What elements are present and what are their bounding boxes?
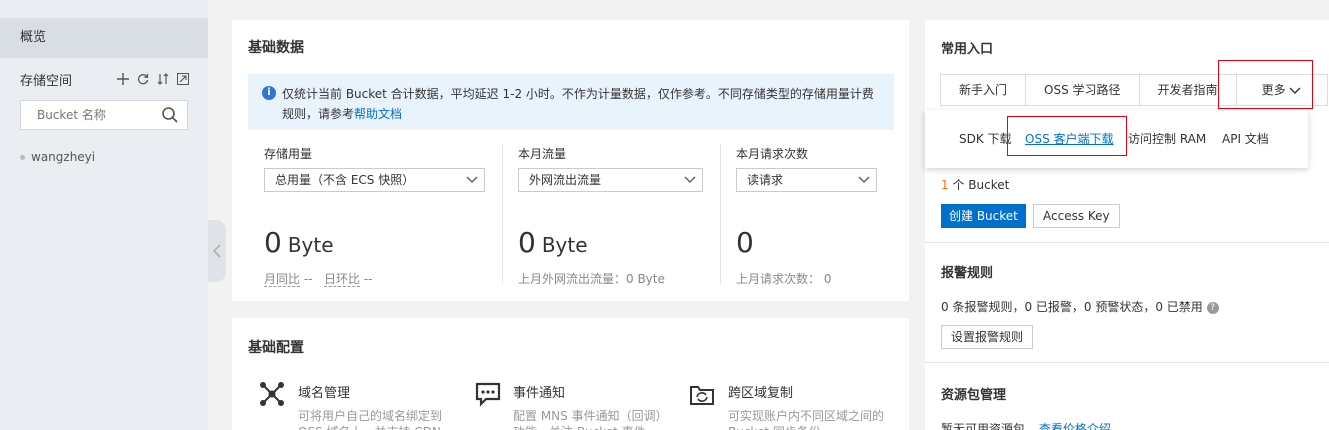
chevron-down-icon	[858, 176, 870, 183]
requests-note: 上月请求次数： 0	[736, 272, 832, 286]
requests-select-value: 读请求	[747, 173, 784, 187]
search-icon[interactable]	[161, 106, 179, 124]
event-notification-title[interactable]: 事件通知	[513, 382, 565, 401]
sidebar-bucket-item[interactable]: wangzheyi	[20, 150, 95, 164]
cross-region-replication-desc: 可实现账户内不同区域之间的 Bucket 同步备份	[728, 409, 885, 430]
highlight-oss-client	[1007, 116, 1127, 156]
info-icon: i	[262, 86, 276, 100]
common-entry-title: 常用入口	[941, 42, 994, 57]
dropdown-item-sdk[interactable]: SDK 下载	[959, 130, 1012, 147]
chevron-down-icon	[684, 176, 696, 183]
dod-label: 日环比	[323, 272, 360, 287]
storage-compare: 月同比 -- 日环比 --	[264, 270, 372, 287]
mom-value: --	[303, 272, 313, 286]
traffic-select-value: 外网流出流量	[529, 173, 602, 187]
bucket-name: wangzheyi	[31, 150, 96, 164]
dropdown-item-api-doc[interactable]: API 文档	[1222, 130, 1269, 147]
sidebar-item-overview[interactable]: 概览	[0, 18, 208, 58]
highlight-more-tab	[1218, 60, 1313, 109]
traffic-note: 上月外网流出流量：0 Byte	[518, 272, 665, 286]
alarm-summary: 0 条报警规则，0 已报警，0 预警状态，0 已禁用?	[941, 298, 1219, 315]
chevron-left-icon	[213, 244, 221, 258]
basic-data-card: 基础数据 i 仅统计当前 Bucket 合计数据，平均延迟 1-2 小时。不作为…	[232, 20, 909, 301]
event-notification-icon	[475, 382, 501, 407]
help-doc-link[interactable]: 帮助文档	[354, 107, 402, 121]
traffic-value: 0 Byte	[518, 226, 588, 259]
event-notification-desc: 配置 MNS 事件通知（回调）功能，关注 Bucket 事件	[513, 409, 668, 430]
storage-select-value: 总用量（不含 ECS 快照）	[275, 173, 415, 187]
sidebar: 概览 存储空间 wangzheyi	[0, 0, 208, 430]
access-key-button[interactable]: Access Key	[1033, 204, 1120, 228]
resource-package-row: 暂无可用资源包 查看价格介绍	[941, 420, 1111, 430]
add-icon[interactable]	[116, 71, 130, 87]
sidebar-collapse-handle[interactable]	[208, 220, 226, 282]
dod-value: --	[363, 272, 373, 286]
metric-label-traffic: 本月流量	[518, 147, 567, 161]
domain-management-icon	[260, 382, 284, 406]
bucket-count-suffix: 个 Bucket	[948, 178, 1010, 192]
bucket-count: 1 个 Bucket	[941, 176, 1009, 193]
metric-label-storage: 存储用量	[264, 147, 313, 161]
cross-region-replication-title[interactable]: 跨区域复制	[728, 382, 793, 401]
mom-label: 月同比	[264, 272, 301, 287]
tab-beginner[interactable]: 新手入门	[941, 75, 1027, 105]
bucket-count-number: 1	[941, 178, 949, 192]
basic-config-title: 基础配置	[248, 340, 304, 356]
resource-package-text: 暂无可用资源包	[941, 422, 1026, 430]
help-icon[interactable]: ?	[1206, 301, 1219, 314]
chevron-down-icon	[466, 176, 478, 183]
bucket-dot-icon	[20, 154, 25, 160]
tab-learning-path[interactable]: OSS 学习路径	[1026, 75, 1140, 105]
dropdown-item-ram[interactable]: 访问控制 RAM	[1128, 130, 1206, 147]
info-notice: i 仅统计当前 Bucket 合计数据，平均延迟 1-2 小时。不作为计量数据，…	[248, 74, 894, 130]
basic-data-title: 基础数据	[248, 40, 304, 56]
storage-value: 0 Byte	[264, 226, 334, 259]
refresh-icon[interactable]	[136, 71, 150, 87]
metric-divider	[502, 144, 503, 284]
metric-label-requests: 本月请求次数	[736, 147, 809, 161]
section-divider	[925, 242, 1329, 243]
storage-select[interactable]: 总用量（不含 ECS 快照）	[264, 168, 485, 192]
basic-config-card: 基础配置 域名管理 可将用户自己的域名绑定到 OSS 域名上，并支持 CDN 事…	[232, 318, 909, 430]
domain-management-desc: 可将用户自己的域名绑定到 OSS 域名上，并支持 CDN	[298, 409, 443, 430]
bucket-search-input[interactable]	[21, 101, 151, 129]
resource-package-title: 资源包管理	[941, 388, 1007, 403]
collapse-icon[interactable]	[176, 71, 190, 87]
sidebar-storage-title: 存储空间	[20, 74, 73, 89]
sort-icon[interactable]	[156, 71, 170, 87]
price-intro-link[interactable]: 查看价格介绍	[1039, 422, 1111, 430]
create-bucket-button[interactable]: 创建 Bucket	[941, 204, 1026, 228]
requests-value: 0	[736, 226, 754, 259]
alarm-rules-title: 报警规则	[941, 266, 994, 281]
alarm-summary-text: 0 条报警规则，0 已报警，0 预警状态，0 已禁用	[941, 300, 1203, 314]
requests-select[interactable]: 读请求	[736, 168, 877, 192]
cross-region-replication-icon	[690, 386, 714, 405]
bucket-search-box	[20, 100, 188, 130]
traffic-select[interactable]: 外网流出流量	[518, 168, 703, 192]
section-divider	[925, 362, 1329, 363]
set-alarm-rules-button[interactable]: 设置报警规则	[941, 325, 1034, 349]
domain-management-title[interactable]: 域名管理	[298, 382, 350, 401]
sidebar-tools	[116, 71, 190, 87]
metric-divider	[720, 144, 721, 284]
